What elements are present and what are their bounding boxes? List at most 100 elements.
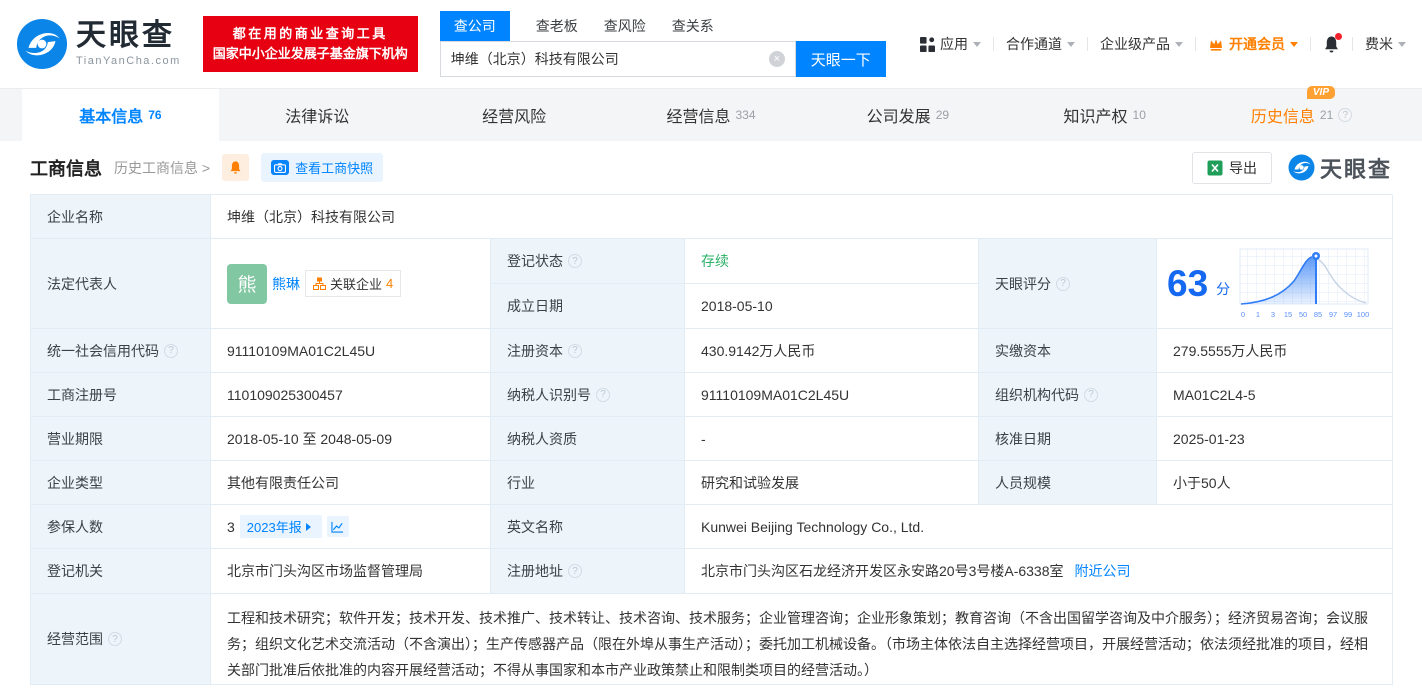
field-value-industry: 研究和试验发展 — [685, 461, 979, 505]
field-value-registration-authority: 北京市门头沟区市场监督管理局 — [211, 549, 491, 594]
help-icon[interactable]: ? — [568, 344, 582, 358]
tab-history-info[interactable]: VIP 历史信息 21 ? — [1203, 89, 1400, 141]
site-header: 天眼查 TianYanCha.com 都在用的商业查询工具 国家中小企业发展子基… — [0, 0, 1422, 88]
help-icon[interactable]: ? — [1056, 277, 1070, 291]
field-label-insured-count: 参保人数 — [31, 505, 211, 549]
history-business-info-link[interactable]: 历史工商信息 > — [114, 158, 210, 178]
annual-report-badge[interactable]: 2023年报 — [240, 515, 322, 538]
business-snapshot-button[interactable]: 查看工商快照 — [261, 153, 383, 182]
score-distribution-chart: 0 1 3 15 50 85 97 99 100 — [1238, 247, 1372, 321]
field-label-credit-code: 统一社会信用代码 ? — [31, 329, 211, 373]
search-button[interactable]: 天眼一下 — [796, 41, 886, 77]
help-icon[interactable]: ? — [164, 344, 178, 358]
field-value-paid-capital: 279.5555万人民币 — [1157, 329, 1393, 373]
divider — [1087, 37, 1088, 51]
help-icon[interactable]: ? — [1084, 388, 1098, 402]
menu-vip-upgrade[interactable]: 开通会员 — [1208, 34, 1298, 54]
tab-count: 334 — [736, 108, 756, 122]
field-label-tianyan-score: 天眼评分 ? — [979, 239, 1157, 329]
svg-text:50: 50 — [1299, 310, 1307, 319]
svg-text:3: 3 — [1271, 310, 1275, 319]
avatar[interactable]: 熊 — [227, 264, 267, 304]
help-icon[interactable]: ? — [568, 254, 582, 268]
tab-company-development[interactable]: 公司发展 29 — [809, 89, 1006, 141]
divider — [1352, 37, 1353, 51]
divider — [1195, 37, 1196, 51]
field-value-registered-capital: 430.9142万人民币 — [685, 329, 979, 373]
promo-line1: 都在用的商业查询工具 — [213, 24, 408, 44]
notification-dot — [1335, 33, 1342, 40]
field-label-legal-representative: 法定代表人 — [31, 239, 211, 329]
field-value-establish-date: 2018-05-10 — [685, 284, 979, 329]
search-tab-risk[interactable]: 查风险 — [604, 11, 646, 41]
field-value-registration-status: 存续 — [685, 239, 979, 284]
field-label-registered-address: 注册地址 ? — [491, 549, 685, 594]
search-tab-boss[interactable]: 查老板 — [536, 11, 578, 41]
business-info-table: 企业名称 坤维（北京）科技有限公司 法定代表人 熊 熊琳 关联企业 4 登记状态… — [30, 194, 1392, 685]
search-input[interactable] — [451, 51, 769, 67]
company-nav-tabs: 基本信息 76 法律诉讼 经营风险 经营信息 334 公司发展 29 知识产权 … — [0, 88, 1422, 141]
legal-rep-link[interactable]: 熊琳 — [272, 274, 300, 294]
related-count: 4 — [386, 276, 393, 291]
menu-user[interactable]: 费米 — [1365, 34, 1406, 54]
tab-count: 76 — [148, 108, 161, 122]
export-button[interactable]: 导出 — [1192, 152, 1272, 184]
tab-operating-info[interactable]: 经营信息 334 — [613, 89, 810, 141]
field-value-credit-code: 91110109MA01C2L45U — [211, 329, 491, 373]
bell-icon — [229, 160, 242, 175]
field-value-english-name: Kunwei Beijing Technology Co., Ltd. — [685, 505, 1393, 549]
help-icon[interactable]: ? — [568, 564, 582, 578]
clear-icon[interactable]: × — [769, 51, 785, 67]
org-chart-icon — [313, 277, 326, 290]
chevron-down-icon — [1290, 42, 1298, 51]
score-number: 63 — [1167, 265, 1208, 302]
field-label-business-scope: 经营范围 ? — [31, 594, 211, 685]
field-label-english-name: 英文名称 — [491, 505, 685, 549]
divider — [1310, 37, 1311, 51]
tab-basic-info[interactable]: 基本信息 76 — [22, 89, 219, 141]
chevron-down-icon — [1067, 42, 1075, 51]
insured-trend-chart-button[interactable] — [327, 516, 349, 537]
help-icon[interactable]: ? — [108, 632, 122, 646]
camera-icon — [271, 160, 289, 175]
menu-apps[interactable]: 应用 — [920, 34, 981, 54]
search-tabs: 查公司 查老板 查风险 查关系 — [440, 11, 886, 41]
tab-operating-risk[interactable]: 经营风险 — [416, 89, 613, 141]
help-icon[interactable]: ? — [596, 388, 610, 402]
menu-enterprise-products[interactable]: 企业级产品 — [1100, 34, 1183, 54]
tianyancha-logo[interactable]: 天眼查 TianYanCha.com — [16, 18, 181, 70]
score-unit: 分 — [1216, 279, 1230, 299]
svg-text:1: 1 — [1256, 310, 1260, 319]
field-value-taxpayer-id: 91110109MA01C2L45U — [685, 373, 979, 417]
svg-text:100: 100 — [1357, 310, 1370, 319]
subscribe-bell-button[interactable] — [222, 154, 249, 181]
tab-count: 10 — [1133, 108, 1146, 122]
promo-banner: 都在用的商业查询工具 国家中小企业发展子基金旗下机构 — [203, 16, 418, 72]
field-value-business-scope: 工程和技术研究；软件开发；技术开发、技术推广、技术转让、技术咨询、技术服务；企业… — [211, 594, 1393, 685]
field-label-registration-number: 工商注册号 — [31, 373, 211, 417]
tianyancha-watermark: 天眼查 — [1288, 152, 1392, 184]
nearby-companies-link[interactable]: 附近公司 — [1075, 561, 1131, 581]
search-tab-company[interactable]: 查公司 — [440, 11, 510, 41]
field-label-registration-status: 登记状态 ? — [491, 239, 685, 284]
search-tab-relation[interactable]: 查关系 — [672, 11, 714, 41]
search-box: × — [440, 41, 796, 77]
notifications-bell[interactable] — [1323, 35, 1340, 54]
related-companies-badge[interactable]: 关联企业 4 — [305, 270, 401, 297]
field-value-registered-address: 北京市门头沟区石龙经济开发区永安路20号3号楼A-6338室 附近公司 — [685, 549, 1393, 594]
brand-domain: TianYanCha.com — [76, 55, 181, 67]
field-label-taxpayer-quality: 纳税人资质 — [491, 417, 685, 461]
search-area: 查公司 查老板 查风险 查关系 × 天眼一下 — [440, 11, 886, 77]
divider — [993, 37, 994, 51]
field-value-tianyan-score[interactable]: 63 分 0 1 3 15 — [1157, 239, 1393, 329]
chevron-down-icon — [973, 42, 981, 51]
field-label-registration-authority: 登记机关 — [31, 549, 211, 594]
field-label-company-name: 企业名称 — [31, 195, 211, 239]
crown-icon — [1208, 37, 1224, 51]
tab-legal-proceedings[interactable]: 法律诉讼 — [219, 89, 416, 141]
help-icon[interactable]: ? — [1338, 108, 1352, 122]
section-bar: 工商信息 历史工商信息 > 查看工商快照 导出 — [0, 141, 1422, 194]
menu-partner[interactable]: 合作通道 — [1006, 34, 1075, 54]
tab-intellectual-property[interactable]: 知识产权 10 — [1006, 89, 1203, 141]
field-label-paid-capital: 实缴资本 — [979, 329, 1157, 373]
